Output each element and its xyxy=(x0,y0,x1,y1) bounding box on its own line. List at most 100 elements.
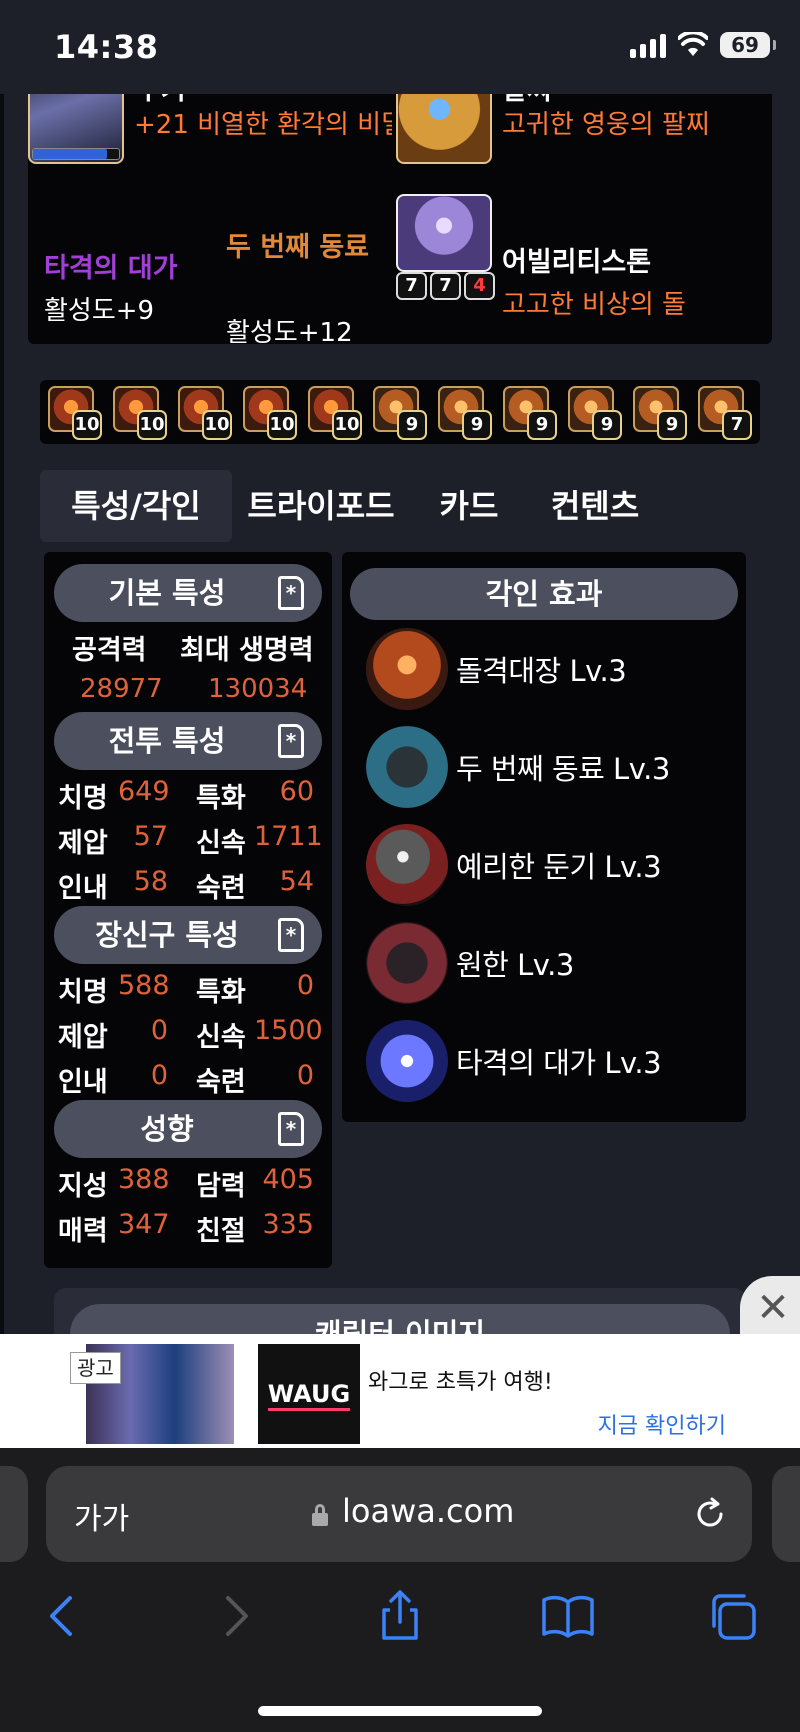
document-icon[interactable] xyxy=(278,724,304,758)
stone-level-badge: 7 xyxy=(430,272,461,300)
engraving-effect-item[interactable]: 돌격대장 Lv.3 xyxy=(366,628,736,710)
stat-label: 숙련 xyxy=(196,1067,246,1098)
stone-level-badge: 4 xyxy=(464,272,495,300)
ability-stone-image[interactable] xyxy=(396,194,492,272)
stone-level-badge: 7 xyxy=(396,272,427,300)
basic-stats-header[interactable]: 기본 특성 xyxy=(54,564,322,622)
status-icons: 69 xyxy=(630,32,776,58)
stat-label: 친절 xyxy=(196,1216,246,1247)
strike-icon xyxy=(366,1020,448,1102)
ad-close-button[interactable]: ✕ xyxy=(740,1276,800,1340)
weapon-quality-bar xyxy=(32,148,120,160)
stat-label: 담력 xyxy=(196,1171,246,1202)
gem-level: 10 xyxy=(72,410,102,440)
character-image-title[interactable]: 캐릭터 이미지 xyxy=(70,1304,730,1334)
stat-label: 인내 xyxy=(58,873,108,904)
profile-tabs: 특성/각인 트라이포드 카드 컨텐츠 xyxy=(40,470,760,542)
weapon-image[interactable] xyxy=(28,94,124,164)
ability-stone-name: 고고한 비상의 돌 xyxy=(502,290,686,320)
stat-value: 649 xyxy=(118,776,170,807)
attack-label: 공격력 xyxy=(72,635,147,666)
weapon-enhancement: +21 비열한 환각의 비밀 xyxy=(134,110,392,140)
basic-stats-title: 기본 특성 xyxy=(108,576,226,610)
status-bar: 14:38 69 xyxy=(0,0,800,94)
engraving-name: 타격의 대가 xyxy=(44,253,178,284)
engraving-effect-item[interactable]: 타격의 대가 Lv.3 xyxy=(366,1020,736,1102)
bookmarks-icon[interactable] xyxy=(540,1588,596,1644)
url-text[interactable]: loawa.com xyxy=(342,1492,514,1530)
ad-brand: WAUG xyxy=(267,1380,351,1411)
back-icon[interactable] xyxy=(36,1588,92,1644)
stat-value: 1711 xyxy=(254,821,323,852)
gem-level: 9 xyxy=(397,410,427,440)
stat-label: 신속 xyxy=(196,828,246,859)
stat-label: 치명 xyxy=(58,977,108,1008)
gem-level: 9 xyxy=(527,410,557,440)
stat-label: 제압 xyxy=(58,1022,108,1053)
gem-level: 9 xyxy=(462,410,492,440)
gem-level: 9 xyxy=(592,410,622,440)
tab-tripod[interactable]: 트라이포드 xyxy=(236,470,406,542)
stat-value: 388 xyxy=(118,1164,170,1195)
gem-level: 10 xyxy=(332,410,362,440)
stat-value: 0 xyxy=(150,1060,168,1091)
ad-logo[interactable]: WAUG xyxy=(258,1344,360,1444)
profile-content[interactable]: 무기 +21 비열한 환각의 비밀 팔찌 고귀한 영웅의 팔찌 타격의 대가 활… xyxy=(0,94,800,1334)
equipment-panel: 무기 +21 비열한 환각의 비밀 팔찌 고귀한 영웅의 팔찌 타격의 대가 활… xyxy=(28,94,772,348)
max-hp-value: 130034 xyxy=(208,674,308,704)
tendency-header[interactable]: 성향 xyxy=(54,1100,322,1158)
bracelet-image[interactable] xyxy=(396,94,492,164)
bracelet-name: 고귀한 영웅의 팔찌 xyxy=(502,110,710,140)
gem-level: 10 xyxy=(267,410,297,440)
character-image-card: 캐릭터 이미지 xyxy=(54,1288,746,1334)
lock-icon xyxy=(312,1504,328,1526)
next-tab-peek[interactable] xyxy=(772,1466,800,1562)
app-root: { "status_bar": { "time": "14:38", "batt… xyxy=(0,0,800,1732)
document-icon[interactable] xyxy=(278,576,304,610)
mace-icon xyxy=(366,824,448,906)
charge-icon xyxy=(366,628,448,710)
reload-icon[interactable] xyxy=(692,1496,728,1532)
previous-tab-peek[interactable] xyxy=(0,1466,28,1562)
accessory-stats-header[interactable]: 장신구 특성 xyxy=(54,906,322,964)
gem-level: 10 xyxy=(202,410,232,440)
engraving-value: 활성도+9 xyxy=(44,296,155,326)
attack-value: 28977 xyxy=(80,674,163,704)
ability-stone-levels: 7 7 4 xyxy=(396,272,495,300)
stat-value: 1500 xyxy=(254,1015,323,1046)
tab-contents[interactable]: 컨텐츠 xyxy=(530,470,660,542)
stat-label: 매력 xyxy=(58,1216,108,1247)
address-bar[interactable]: 가가 loawa.com xyxy=(46,1466,752,1562)
status-time: 14:38 xyxy=(54,28,159,66)
engraving-effect-item[interactable]: 두 번째 동료 Lv.3 xyxy=(366,726,736,808)
tab-card[interactable]: 카드 xyxy=(414,470,524,542)
stat-label: 인내 xyxy=(58,1067,108,1098)
stat-value: 0 xyxy=(150,1015,168,1046)
document-icon[interactable] xyxy=(278,1112,304,1146)
stat-label: 신속 xyxy=(196,1022,246,1053)
text-size-button[interactable]: 가가 xyxy=(74,1494,129,1538)
engraving-effect-label: 타격의 대가 Lv.3 xyxy=(456,1046,662,1080)
stat-value: 0 xyxy=(296,1060,314,1091)
ad-tag: 광고 xyxy=(70,1352,121,1384)
share-icon[interactable] xyxy=(372,1588,428,1644)
engraving-effect-item[interactable]: 원한 Lv.3 xyxy=(366,922,736,1004)
dragon-icon xyxy=(366,726,448,808)
ad-cta-link[interactable]: 지금 확인하기 xyxy=(598,1408,726,1440)
engraving-effect-label: 예리한 둔기 Lv.3 xyxy=(456,850,662,884)
engraving-effect-label: 원한 Lv.3 xyxy=(456,948,574,982)
forward-icon[interactable] xyxy=(206,1588,262,1644)
engraving-effect-item[interactable]: 예리한 둔기 Lv.3 xyxy=(366,824,736,906)
stat-label: 치명 xyxy=(58,783,108,814)
ad-banner[interactable]: 광고 WAUG 와그로 초특가 여행! 지금 확인하기 xyxy=(0,1334,800,1448)
stat-value: 335 xyxy=(262,1209,314,1240)
tabs-icon[interactable] xyxy=(706,1588,762,1644)
signal-icon xyxy=(630,32,666,58)
stat-label: 특화 xyxy=(196,783,246,814)
gem-level: 10 xyxy=(137,410,167,440)
accessory-stats-title: 장신구 특성 xyxy=(95,918,239,952)
ad-title[interactable]: 와그로 초특가 여행! xyxy=(368,1364,553,1396)
tab-engraving[interactable]: 특성/각인 xyxy=(40,470,232,542)
document-icon[interactable] xyxy=(278,918,304,952)
combat-stats-header[interactable]: 전투 특성 xyxy=(54,712,322,770)
